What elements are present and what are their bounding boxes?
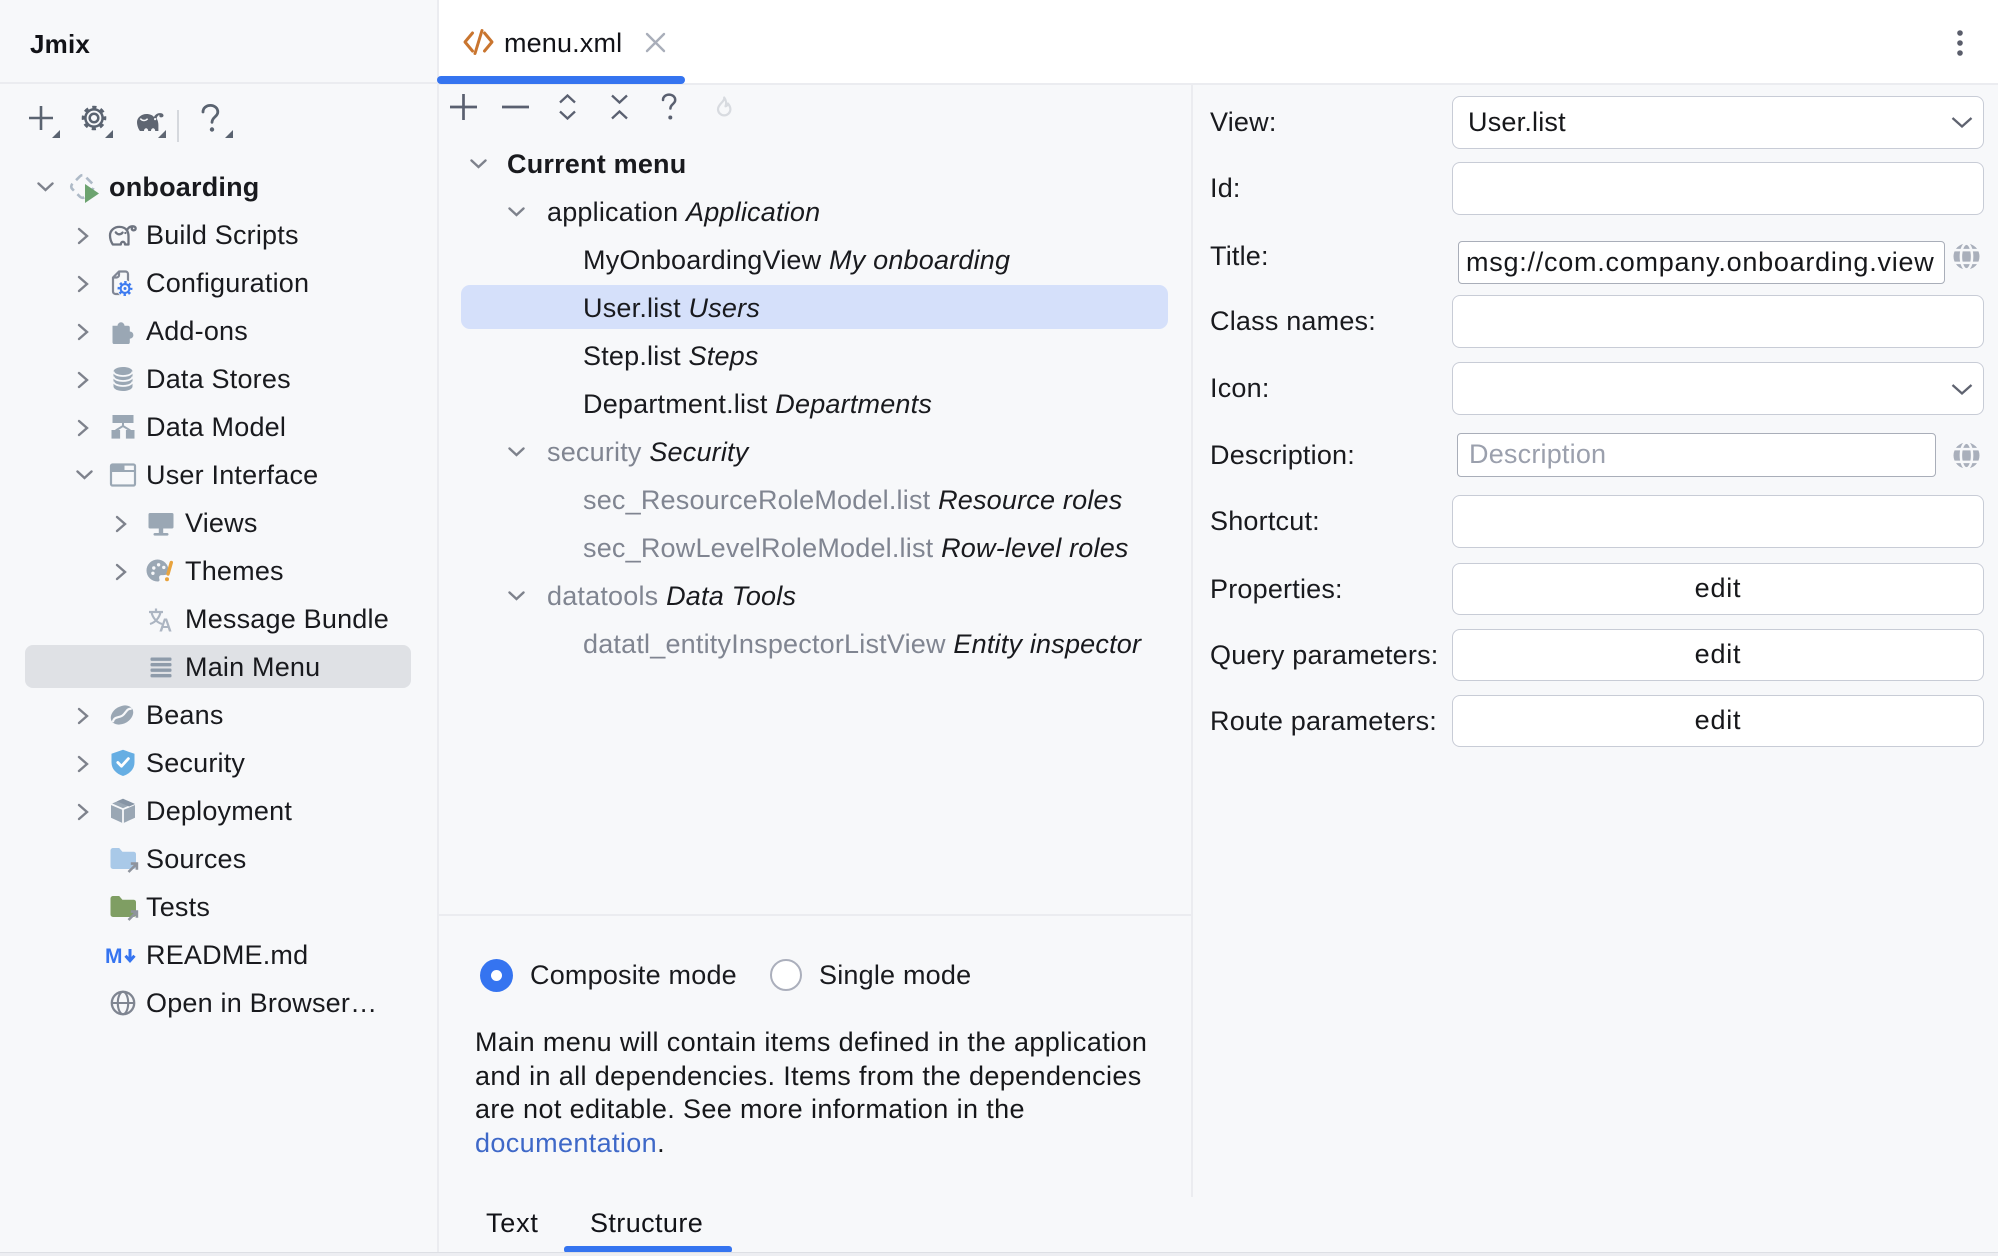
- svg-text:M: M: [105, 945, 123, 968]
- svg-text:A: A: [159, 616, 172, 635]
